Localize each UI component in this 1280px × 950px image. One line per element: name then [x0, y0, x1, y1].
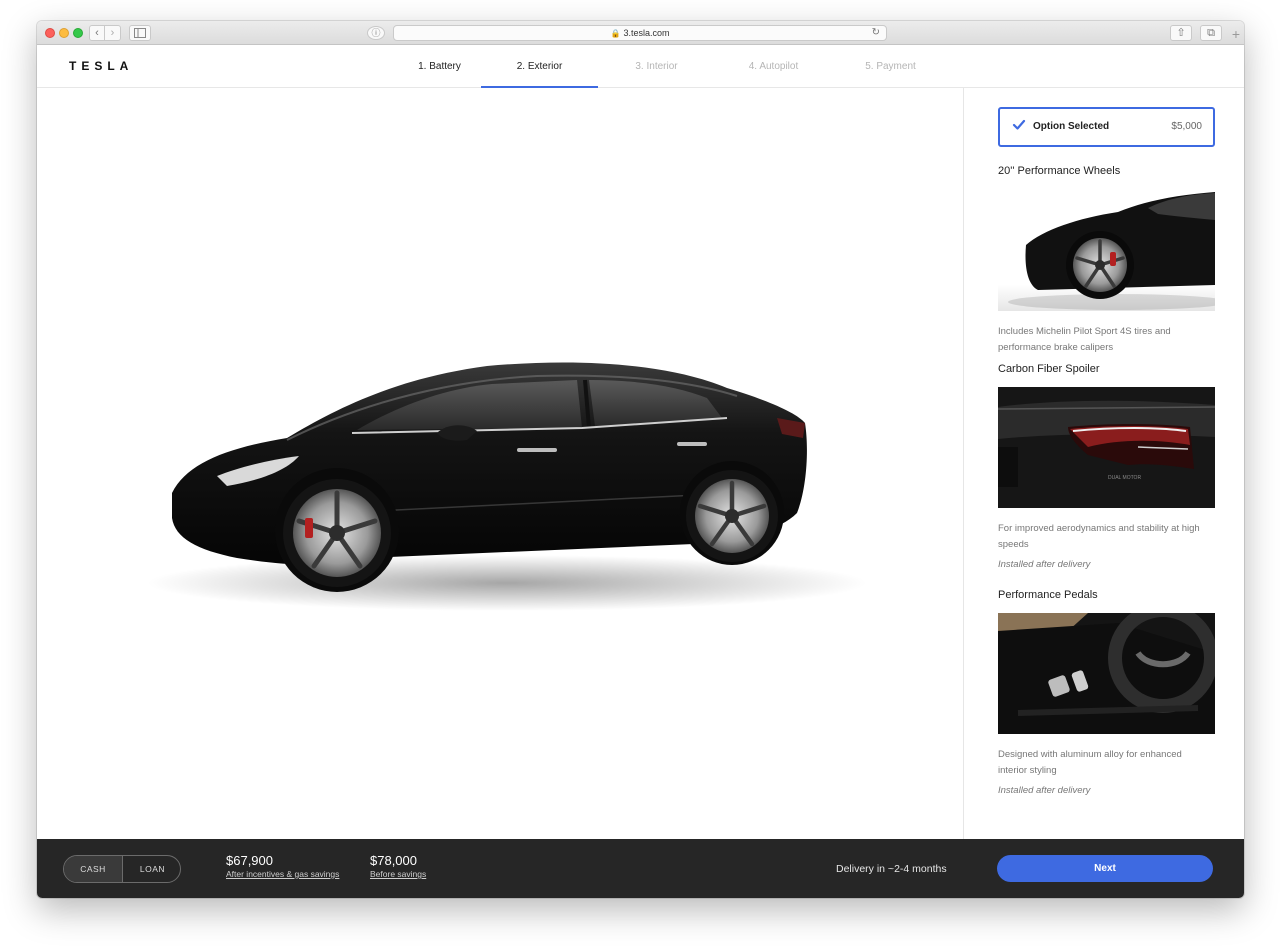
- payment-type-toggle: CASH LOAN: [63, 855, 181, 883]
- back-icon[interactable]: ‹: [89, 25, 105, 41]
- options-panel: Option Selected $5,000 20'' Performance …: [963, 88, 1244, 839]
- price-before-savings: $78,000 Before savings: [370, 853, 426, 879]
- checkmark-icon: [1012, 119, 1026, 130]
- lock-icon: 🔒: [610, 29, 621, 38]
- tabs-icon[interactable]: ⧉: [1200, 25, 1222, 41]
- spoiler-image: DUAL MOTOR: [998, 387, 1215, 508]
- delivery-estimate: Delivery in ~2-4 months: [836, 863, 947, 875]
- feature-note-spoiler: Installed after delivery: [998, 559, 1091, 570]
- feature-desc-pedals: Designed with aluminum alloy for enhance…: [998, 749, 1182, 776]
- tesla-logo[interactable]: TESLA: [69, 59, 133, 73]
- reload-icon[interactable]: ↻: [872, 26, 880, 40]
- step-autopilot[interactable]: 4. Autopilot: [715, 45, 832, 88]
- feature-note-pedals: Installed after delivery: [998, 785, 1091, 796]
- feature-title-wheels: 20'' Performance Wheels: [998, 165, 1121, 177]
- price-after-savings: $67,900 After incentives & gas savings: [226, 853, 339, 879]
- next-button[interactable]: Next: [997, 855, 1213, 882]
- price-before-value: $78,000: [370, 853, 417, 868]
- feature-desc-wheels: Includes Michelin Pilot Sport 4S tires a…: [998, 326, 1171, 353]
- browser-window: ‹ › ⓘ 🔒 3.tesla.com ↻ ⇧ ⧉ + TESLA 1. Batt…: [37, 21, 1244, 898]
- browser-toolbar: ‹ › ⓘ 🔒 3.tesla.com ↻ ⇧ ⧉ +: [37, 21, 1244, 45]
- zoom-window-icon[interactable]: [73, 28, 83, 38]
- feature-title-pedals: Performance Pedals: [998, 589, 1098, 601]
- close-window-icon[interactable]: [45, 28, 55, 38]
- option-selected-toggle[interactable]: Option Selected $5,000: [998, 107, 1215, 147]
- price-before-link[interactable]: Before savings: [370, 869, 426, 879]
- price-after-value: $67,900: [226, 853, 273, 868]
- step-payment[interactable]: 5. Payment: [832, 45, 949, 88]
- new-tab-icon[interactable]: +: [1229, 27, 1243, 43]
- loan-option-button[interactable]: LOAN: [123, 856, 180, 882]
- minimize-window-icon[interactable]: [59, 28, 69, 38]
- forward-icon[interactable]: ›: [105, 25, 121, 41]
- car-image: [147, 362, 867, 611]
- option-selected-label: Option Selected: [1033, 121, 1110, 132]
- sidebar-icon[interactable]: [129, 25, 151, 41]
- site-header: TESLA 1. Battery 2. Exterior 3. Interior…: [37, 45, 1244, 89]
- pedals-image: [998, 613, 1215, 734]
- feature-title-spoiler: Carbon Fiber Spoiler: [998, 363, 1100, 375]
- car-viewer: [37, 88, 963, 839]
- step-interior[interactable]: 3. Interior: [598, 45, 715, 88]
- address-bar[interactable]: 🔒 3.tesla.com ↻: [393, 25, 887, 41]
- price-summary-bar: CASH LOAN $67,900 After incentives & gas…: [37, 839, 1244, 898]
- url-text: 3.tesla.com: [623, 28, 670, 38]
- step-exterior[interactable]: 2. Exterior: [481, 45, 598, 89]
- shield-icon[interactable]: ⓘ: [367, 26, 385, 40]
- price-after-link[interactable]: After incentives & gas savings: [226, 869, 339, 879]
- feature-desc-spoiler: For improved aerodynamics and stability …: [998, 523, 1200, 550]
- option-price: $5,000: [1171, 121, 1202, 132]
- wheels-image: [998, 190, 1215, 311]
- svg-text:DUAL MOTOR: DUAL MOTOR: [1108, 475, 1141, 481]
- share-icon[interactable]: ⇧: [1170, 25, 1192, 41]
- cash-option-button[interactable]: CASH: [64, 856, 123, 882]
